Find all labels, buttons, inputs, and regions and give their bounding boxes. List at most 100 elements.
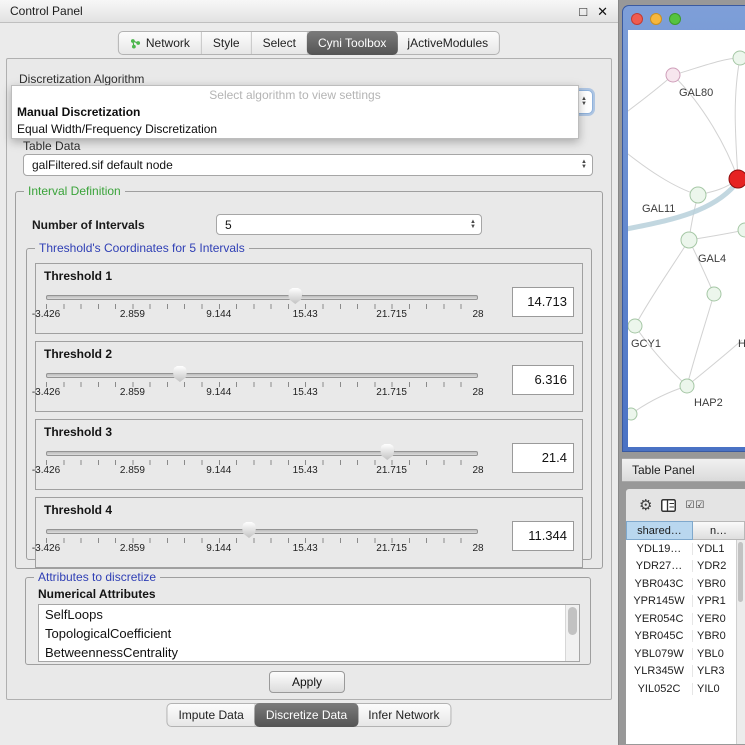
slider-thumb[interactable] bbox=[380, 444, 394, 460]
thresholds-group: Threshold's Coordinates for 5 Intervals … bbox=[26, 248, 592, 560]
table-row[interactable]: YBL079WYBL0 bbox=[626, 645, 737, 663]
network-node[interactable] bbox=[733, 51, 745, 65]
tab-jactivemodules[interactable]: jActiveModules bbox=[396, 32, 499, 54]
scale-label: 2.859 bbox=[120, 543, 145, 554]
slider-track[interactable] bbox=[46, 373, 478, 378]
spinner-icon[interactable]: ▲ ▼ bbox=[576, 160, 592, 170]
tab-cyni-toolbox[interactable]: Cyni Toolbox bbox=[307, 31, 397, 55]
table-row[interactable]: YIL052CYIL0 bbox=[626, 680, 737, 698]
threshold-3-slider[interactable]: -3.426 2.859 9.144 15.43 21.715 28 bbox=[46, 442, 478, 478]
network-node[interactable] bbox=[690, 187, 706, 203]
selected-network-node[interactable] bbox=[729, 170, 745, 188]
network-node[interactable] bbox=[628, 319, 642, 333]
cell[interactable]: YDR2 bbox=[693, 560, 737, 572]
cell[interactable]: YDL1 bbox=[693, 543, 737, 555]
cell[interactable]: YPR1 bbox=[693, 595, 737, 607]
slider-thumb[interactable] bbox=[242, 522, 256, 538]
table-toolbar: ⚙ ☑☑ bbox=[626, 489, 745, 522]
cell[interactable]: YPR145W bbox=[626, 595, 693, 607]
table-row[interactable]: YLR345WYLR3 bbox=[626, 663, 737, 681]
cell[interactable]: YER0 bbox=[693, 613, 737, 625]
cell[interactable]: YLR345W bbox=[626, 665, 693, 677]
float-window-icon[interactable]: □ bbox=[579, 5, 587, 18]
apply-button[interactable]: Apply bbox=[269, 671, 345, 693]
popup-option-manual-discretization[interactable]: Manual Discretization bbox=[12, 104, 578, 121]
table-row[interactable]: YER054CYER0 bbox=[626, 610, 737, 628]
cell[interactable]: YBR045C bbox=[626, 630, 693, 642]
tab-impute-data[interactable]: Impute Data bbox=[167, 704, 255, 726]
column-header-name[interactable]: n… bbox=[693, 521, 745, 540]
close-traffic-icon[interactable] bbox=[631, 13, 643, 25]
close-icon[interactable]: ✕ bbox=[597, 5, 608, 18]
table-scrollbar[interactable] bbox=[736, 540, 745, 744]
slider-thumb[interactable] bbox=[288, 288, 302, 304]
cell[interactable]: YDL19… bbox=[626, 543, 693, 555]
slider-track[interactable] bbox=[46, 451, 478, 456]
minimize-traffic-icon[interactable] bbox=[650, 13, 662, 25]
cell[interactable]: YBL0 bbox=[693, 648, 737, 660]
tab-select[interactable]: Select bbox=[252, 32, 308, 54]
scrollbar-thumb[interactable] bbox=[568, 607, 577, 635]
tab-discretize-data[interactable]: Discretize Data bbox=[255, 703, 358, 727]
threshold-1-slider[interactable]: -3.426 2.859 9.144 15.43 21.715 28 bbox=[46, 286, 478, 322]
cell[interactable]: YBL079W bbox=[626, 648, 693, 660]
threshold-2-slider[interactable]: -3.426 2.859 9.144 15.43 21.715 28 bbox=[46, 364, 478, 400]
gear-icon[interactable]: ⚙ bbox=[639, 498, 652, 513]
slider-track[interactable] bbox=[46, 295, 478, 300]
node-label: GAL4 bbox=[698, 253, 726, 265]
column-header-shared-name[interactable]: shared… bbox=[626, 521, 693, 540]
table-row[interactable]: YBR045CYBR0 bbox=[626, 628, 737, 646]
spinner-down-icon: ▼ bbox=[581, 102, 587, 107]
list-item[interactable]: SelfLoops bbox=[39, 605, 579, 624]
slider-thumb[interactable] bbox=[173, 366, 187, 382]
scrollbar-thumb[interactable] bbox=[738, 542, 743, 602]
cell[interactable]: YIL0 bbox=[693, 683, 737, 695]
tab-network[interactable]: Network bbox=[119, 32, 202, 54]
cell[interactable]: YBR0 bbox=[693, 578, 737, 590]
table-panel-title: Table Panel bbox=[632, 463, 695, 477]
threshold-4-value-field[interactable]: 11.344 bbox=[512, 521, 574, 551]
network-canvas[interactable]: GAL80 GAL11 GAL4 GCY1 HAP2 H bbox=[628, 30, 745, 447]
tab-style[interactable]: Style bbox=[202, 32, 252, 54]
select-columns-icon[interactable]: ☑☑ bbox=[685, 500, 705, 511]
list-item[interactable]: TopologicalCoefficient bbox=[39, 624, 579, 643]
spinner-icon[interactable]: ▲ ▼ bbox=[465, 220, 481, 230]
numerical-attributes-list[interactable]: SelfLoops TopologicalCoefficient Between… bbox=[38, 604, 580, 662]
table-data-combobox[interactable]: galFiltered.sif default node ▲ ▼ bbox=[23, 154, 593, 176]
network-node[interactable] bbox=[681, 232, 697, 248]
zoom-traffic-icon[interactable] bbox=[669, 13, 681, 25]
scale-label: -3.426 bbox=[32, 387, 60, 398]
threshold-panel: Threshold 3 -3.426 2.859 9.144 1 bbox=[35, 419, 583, 490]
list-scrollbar[interactable] bbox=[565, 605, 579, 661]
network-node[interactable] bbox=[666, 68, 680, 82]
scale-label: 28 bbox=[472, 543, 483, 554]
table-row[interactable]: YDL19…YDL1 bbox=[626, 540, 737, 558]
table-row[interactable]: YBR043CYBR0 bbox=[626, 575, 737, 593]
scale-label: 2.859 bbox=[120, 387, 145, 398]
threshold-3-value-field[interactable]: 21.4 bbox=[512, 443, 574, 473]
number-of-intervals-combobox[interactable]: 5 ▲ ▼ bbox=[216, 214, 482, 235]
table-data-label: Table Data bbox=[23, 139, 80, 153]
scale-label: 21.715 bbox=[376, 387, 407, 398]
table-row[interactable]: YPR145WYPR1 bbox=[626, 593, 737, 611]
slider-track[interactable] bbox=[46, 529, 478, 534]
network-node[interactable] bbox=[628, 408, 637, 420]
cell[interactable]: YDR27… bbox=[626, 560, 693, 572]
cell[interactable]: YIL052C bbox=[626, 683, 693, 695]
network-node[interactable] bbox=[680, 379, 694, 393]
cell[interactable]: YER054C bbox=[626, 613, 693, 625]
tab-infer-network[interactable]: Infer Network bbox=[357, 704, 450, 726]
columns-icon[interactable] bbox=[661, 499, 676, 512]
threshold-1-value-field[interactable]: 14.713 bbox=[512, 287, 574, 317]
threshold-2-value-field[interactable]: 6.316 bbox=[512, 365, 574, 395]
threshold-4-slider[interactable]: -3.426 2.859 9.144 15.43 21.715 28 bbox=[46, 520, 478, 556]
cell[interactable]: YBR0 bbox=[693, 630, 737, 642]
algorithm-group-title: Discretization Algorithm bbox=[19, 72, 144, 86]
network-node[interactable] bbox=[707, 287, 721, 301]
cell[interactable]: YLR3 bbox=[693, 665, 737, 677]
cell[interactable]: YBR043C bbox=[626, 578, 693, 590]
network-node[interactable] bbox=[738, 223, 745, 237]
table-row[interactable]: YDR27…YDR2 bbox=[626, 558, 737, 576]
popup-option-equal-width-frequency[interactable]: Equal Width/Frequency Discretization bbox=[12, 121, 578, 138]
list-item[interactable]: BetweennessCentrality bbox=[39, 643, 579, 662]
